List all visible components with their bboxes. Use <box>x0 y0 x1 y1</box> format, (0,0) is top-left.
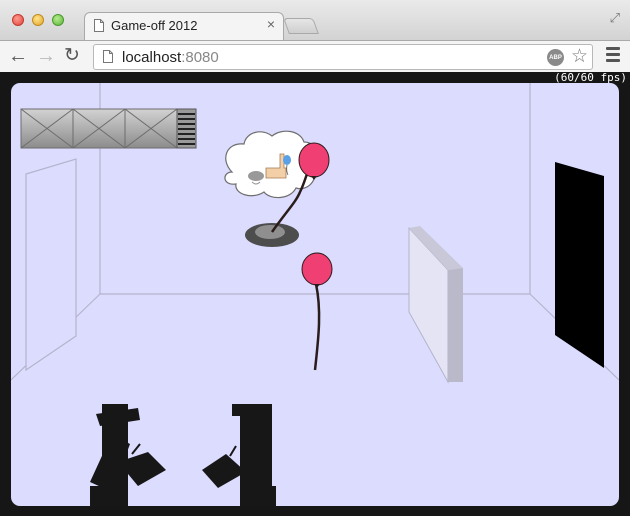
vent-grille <box>176 108 197 149</box>
bookmark-star-icon[interactable]: ☆ <box>571 45 588 69</box>
exit-door <box>555 162 604 368</box>
minimize-window-button[interactable] <box>32 14 44 26</box>
zoom-window-button[interactable] <box>52 14 64 26</box>
pressure-plate <box>245 223 299 247</box>
url-text: localhost:8080 <box>122 49 219 66</box>
url-host: localhost <box>122 49 182 66</box>
new-tab-button[interactable] <box>283 18 319 34</box>
forward-button[interactable]: → <box>36 44 56 68</box>
close-window-button[interactable] <box>12 14 24 26</box>
crate-stack <box>20 108 197 149</box>
crate <box>124 108 178 149</box>
address-bar[interactable]: localhost:8080 ABP ☆ <box>93 44 593 70</box>
fps-counter: (60/60 fps) <box>554 71 627 84</box>
game-viewport: (60/60 fps) <box>0 71 630 516</box>
title-bar: Game-off 2012 × ⤢ <box>0 0 630 40</box>
crate <box>72 108 126 149</box>
tab-title: Game-off 2012 <box>111 18 198 33</box>
tab-close-icon[interactable]: × <box>267 16 275 32</box>
tab-game-off[interactable]: Game-off 2012 × <box>84 12 284 40</box>
fullscreen-icon[interactable]: ⤢ <box>610 10 620 26</box>
page-icon <box>103 50 113 63</box>
crate <box>20 108 74 149</box>
back-button[interactable]: ← <box>8 44 28 68</box>
url-port: :8080 <box>181 49 219 66</box>
adblock-icon[interactable]: ABP <box>547 49 564 66</box>
menu-icon[interactable] <box>606 47 620 65</box>
browser-toolbar: ← → ↻ localhost:8080 ABP ☆ <box>0 40 630 73</box>
reload-button[interactable]: ↻ <box>64 44 80 68</box>
page-icon <box>94 19 104 32</box>
left-door <box>25 158 77 372</box>
game-canvas[interactable] <box>0 72 630 516</box>
